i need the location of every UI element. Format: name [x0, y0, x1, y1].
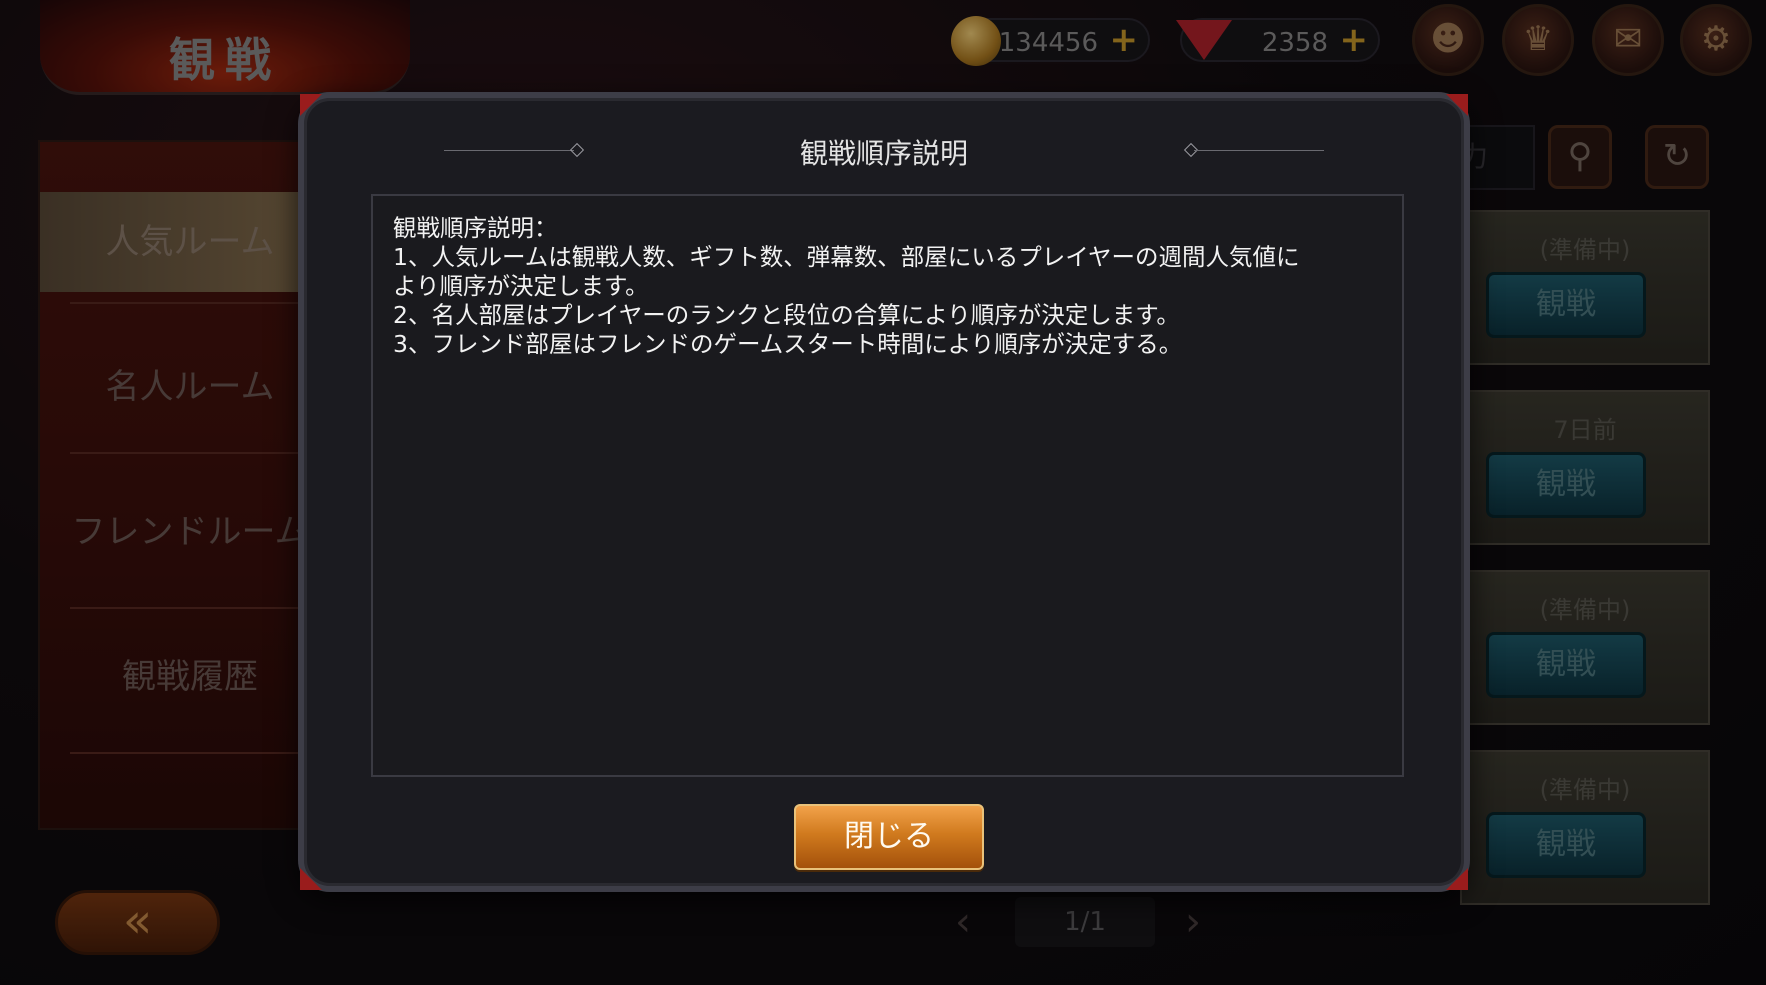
corner-ornament: [1446, 868, 1468, 890]
content-line: 1、人気ルームは観戦人数、ギフト数、弾幕数、部屋にいるプレイヤーの週間人気値に: [393, 243, 1300, 271]
content-line: 3、フレンド部屋はフレンドのゲームスタート時間により順序が決定する。: [393, 330, 1183, 358]
corner-ornament: [1446, 94, 1468, 116]
title-divider: [1194, 150, 1324, 151]
dialog-content: 観戦順序説明： 1、人気ルームは観戦人数、ギフト数、弾幕数、部屋にいるプレイヤー…: [371, 194, 1404, 777]
content-line: 2、名人部屋はプレイヤーのランクと段位の合算により順序が決定します。: [393, 301, 1180, 329]
content-line: より順序が決定します。: [393, 272, 649, 300]
watch-order-dialog: 観戦順序説明 観戦順序説明： 1、人気ルームは観戦人数、ギフト数、弾幕数、部屋に…: [298, 92, 1470, 892]
close-button[interactable]: 閉じる: [794, 804, 984, 870]
dialog-title: 観戦順序説明: [799, 137, 968, 170]
corner-ornament: [300, 868, 322, 890]
content-heading: 観戦順序説明：: [393, 214, 558, 242]
corner-ornament: [300, 94, 322, 116]
